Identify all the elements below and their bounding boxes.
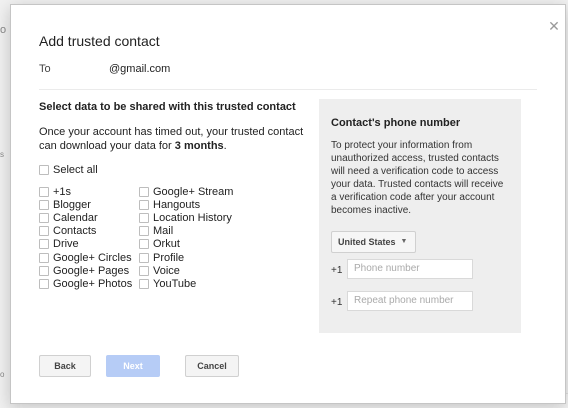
- checkbox-box[interactable]: [39, 226, 49, 237]
- data-checkbox-item[interactable]: Google+ Circles: [39, 252, 132, 264]
- background-text: o: [0, 370, 5, 379]
- checkbox-box[interactable]: [139, 278, 149, 289]
- data-checkbox-item[interactable]: Location History: [139, 212, 232, 224]
- divider: [39, 89, 537, 90]
- phone-number-input[interactable]: Phone number: [347, 259, 473, 279]
- checkbox-box[interactable]: [39, 252, 49, 263]
- background-text: o: [0, 24, 7, 36]
- data-checkbox-item[interactable]: Hangouts: [139, 199, 200, 211]
- checkbox-label: Google+ Photos: [53, 277, 133, 290]
- checkbox-label: Google+ Stream: [153, 186, 234, 198]
- dialog-title: Add trusted contact: [39, 33, 160, 49]
- data-checkbox-item[interactable]: Google+ Photos: [39, 278, 132, 290]
- checkbox-label: Hangouts: [153, 199, 201, 212]
- select-all-label: Select all: [53, 164, 98, 176]
- country-select[interactable]: United States ▼: [331, 231, 417, 253]
- data-checkbox-item[interactable]: Profile: [139, 252, 184, 264]
- checkbox-label: +1s: [53, 186, 72, 198]
- checkbox-box[interactable]: [39, 187, 49, 197]
- add-trusted-contact-dialog: ✕ Add trusted contact To @gmail.com Sele…: [10, 4, 566, 404]
- checkbox-label: Google+ Pages: [53, 264, 130, 277]
- checkbox-box[interactable]: [139, 226, 149, 237]
- checkbox-box[interactable]: [139, 200, 149, 211]
- data-checkbox-item[interactable]: Mail: [139, 225, 173, 237]
- checkbox-label: Contacts: [53, 225, 97, 238]
- data-checkbox-item[interactable]: Drive: [39, 238, 79, 250]
- checkbox-box[interactable]: [39, 200, 49, 211]
- data-checkbox-item[interactable]: Google+ Pages: [39, 265, 129, 277]
- data-checkbox-item[interactable]: Contacts: [39, 225, 96, 237]
- checkbox-box[interactable]: [139, 239, 149, 250]
- data-checkbox-item[interactable]: YouTube: [139, 278, 196, 290]
- checkbox-box[interactable]: [139, 252, 149, 263]
- checkbox-label: YouTube: [153, 277, 197, 290]
- checkbox-label: Blogger: [53, 199, 91, 212]
- data-checkbox-item[interactable]: +1s: [39, 186, 71, 198]
- recipient-email: @gmail.com: [109, 63, 171, 75]
- checkbox-label: Google+ Circles: [53, 251, 132, 264]
- to-label: To: [39, 63, 51, 75]
- checkbox-box[interactable]: [39, 165, 49, 175]
- checkbox-box[interactable]: [39, 265, 49, 276]
- data-checkbox-item[interactable]: Google+ Stream: [139, 186, 233, 198]
- data-checkbox-item[interactable]: Orkut: [139, 238, 180, 250]
- phone-number-panel: Contact's phone number To protect your i…: [319, 99, 521, 333]
- checkbox-box[interactable]: [139, 213, 149, 224]
- country-code: +1: [331, 297, 343, 308]
- checkbox-box[interactable]: [39, 278, 49, 289]
- checkbox-box[interactable]: [39, 239, 49, 250]
- checkbox-label: Location History: [153, 212, 232, 225]
- checkbox-box[interactable]: [139, 187, 149, 197]
- checkbox-box[interactable]: [139, 265, 149, 276]
- background-text: s: [0, 150, 4, 159]
- checkbox-label: Orkut: [153, 238, 180, 251]
- description-duration: 3 months: [174, 140, 224, 152]
- data-section-title: Select data to be shared with this trust…: [39, 101, 296, 113]
- chevron-down-icon: ▼: [400, 238, 408, 245]
- recipient-row: To @gmail.com: [39, 63, 170, 75]
- country-code: +1: [331, 265, 343, 276]
- checkbox-label: Drive: [53, 238, 79, 251]
- next-button[interactable]: Next: [106, 355, 160, 377]
- close-icon[interactable]: ✕: [547, 19, 561, 33]
- checkbox-label: Mail: [153, 225, 174, 238]
- select-all-checkbox[interactable]: Select all: [39, 164, 98, 176]
- phone-panel-description: To protect your information from unautho…: [331, 140, 504, 216]
- description-text: Once your account has timed out, your tr…: [39, 126, 304, 152]
- checkbox-label: Profile: [153, 251, 185, 264]
- data-checkbox-item[interactable]: Calendar: [39, 212, 98, 224]
- phone-panel-title: Contact's phone number: [331, 117, 461, 129]
- checkbox-label: Calendar: [53, 212, 98, 225]
- data-checkbox-item[interactable]: Blogger: [39, 199, 91, 211]
- description-end: .: [223, 140, 227, 152]
- checkbox-box[interactable]: [39, 213, 49, 224]
- cancel-button[interactable]: Cancel: [185, 355, 239, 377]
- repeat-phone-number-input[interactable]: Repeat phone number: [347, 291, 473, 311]
- checkbox-label: Voice: [153, 264, 180, 277]
- data-section-description: Once your account has timed out, your tr…: [39, 125, 309, 153]
- back-button[interactable]: Back: [39, 355, 91, 377]
- data-checkbox-item[interactable]: Voice: [139, 265, 180, 277]
- country-value: United States: [338, 237, 396, 247]
